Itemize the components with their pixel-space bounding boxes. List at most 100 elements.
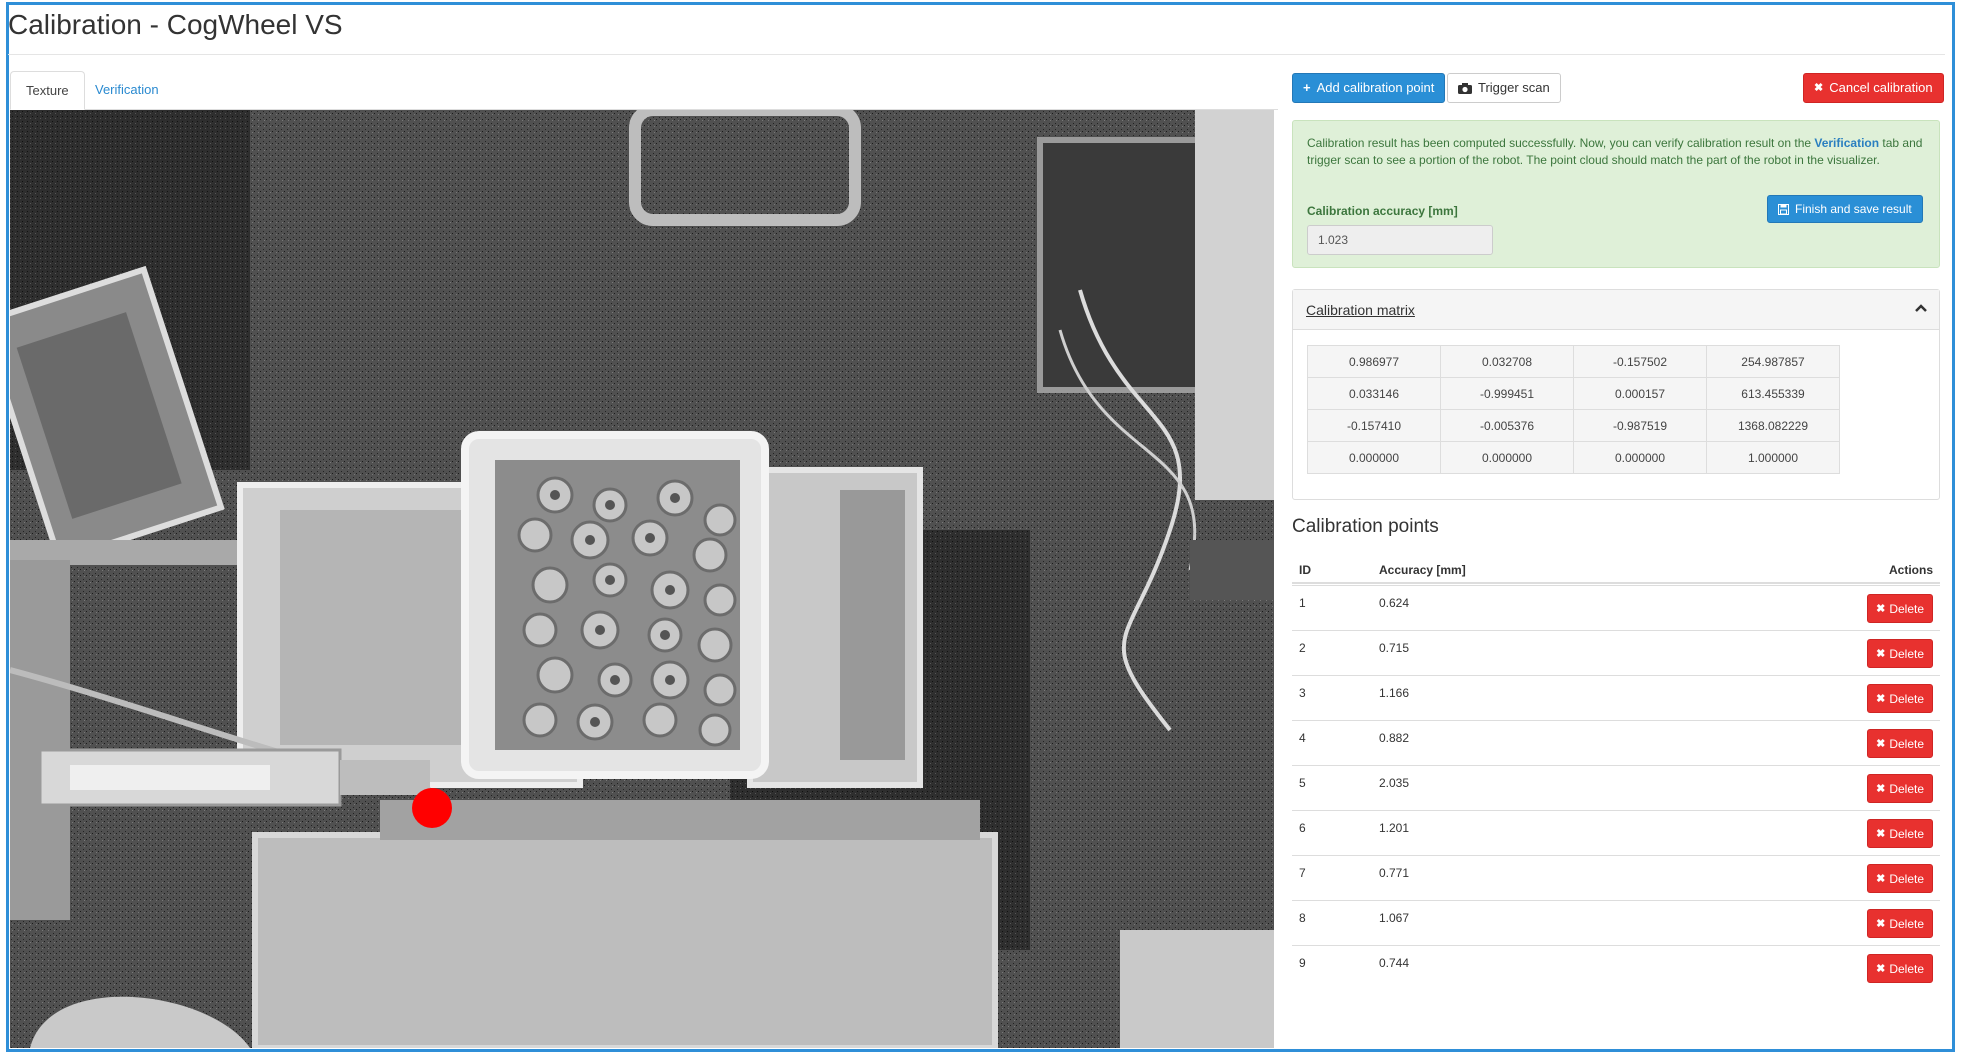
calibration-matrix-table: 0.986977 0.032708 -0.157502 254.987857 0…	[1307, 345, 1840, 474]
table-row: 6 1.201 ✖ Delete	[1292, 810, 1940, 855]
point-accuracy: 2.035	[1379, 776, 1410, 790]
add-calibration-point-label: Add calibration point	[1316, 80, 1435, 95]
matrix-panel-title[interactable]: Calibration matrix	[1306, 302, 1415, 318]
matrix-row: 0.000000 0.000000 0.000000 1.000000	[1307, 441, 1840, 474]
camera-icon	[1458, 83, 1472, 94]
delete-button[interactable]: ✖ Delete	[1867, 594, 1933, 623]
texture-image-view[interactable]	[10, 110, 1274, 1048]
close-icon: ✖	[1876, 603, 1886, 615]
matrix-cell: 0.032708	[1440, 345, 1574, 378]
delete-button[interactable]: ✖ Delete	[1867, 954, 1933, 983]
plus-icon: +	[1303, 80, 1311, 95]
add-calibration-point-button[interactable]: + Add calibration point	[1292, 73, 1446, 103]
delete-button[interactable]: ✖ Delete	[1867, 684, 1933, 713]
trigger-scan-label: Trigger scan	[1478, 80, 1550, 95]
title-divider	[8, 54, 1945, 55]
point-id: 2	[1299, 641, 1306, 655]
point-id: 9	[1299, 956, 1306, 970]
point-id: 5	[1299, 776, 1306, 790]
point-id: 6	[1299, 821, 1306, 835]
delete-button[interactable]: ✖ Delete	[1867, 774, 1933, 803]
calibration-marker	[412, 788, 452, 828]
delete-button[interactable]: ✖ Delete	[1867, 819, 1933, 848]
matrix-cell: 0.000000	[1573, 441, 1707, 474]
delete-button[interactable]: ✖ Delete	[1867, 909, 1933, 938]
calibration-success-alert: Calibration result has been computed suc…	[1292, 120, 1940, 268]
table-row: 2 0.715 ✖ Delete	[1292, 630, 1940, 675]
matrix-cell: 0.000157	[1573, 377, 1707, 410]
close-icon: ✖	[1876, 918, 1886, 930]
point-accuracy: 0.715	[1379, 641, 1410, 655]
matrix-cell: 0.000000	[1440, 441, 1574, 474]
tab-verification[interactable]: Verification	[80, 71, 174, 110]
matrix-cell: 613.455339	[1706, 377, 1840, 410]
verification-link[interactable]: Verification	[1814, 136, 1879, 150]
point-accuracy: 1.201	[1379, 821, 1410, 835]
point-accuracy: 0.744	[1379, 956, 1410, 970]
table-row: 7 0.771 ✖ Delete	[1292, 855, 1940, 900]
delete-label: Delete	[1889, 736, 1924, 751]
table-row: 3 1.166 ✖ Delete	[1292, 675, 1940, 720]
point-id: 1	[1299, 596, 1306, 610]
delete-label: Delete	[1889, 961, 1924, 976]
point-id: 4	[1299, 731, 1306, 745]
matrix-row: 0.986977 0.032708 -0.157502 254.987857	[1307, 345, 1840, 378]
delete-label: Delete	[1889, 781, 1924, 796]
actions-column-header: Actions	[1888, 563, 1933, 577]
point-id: 7	[1299, 866, 1306, 880]
close-icon: ✖	[1876, 783, 1886, 795]
save-icon	[1778, 203, 1789, 215]
matrix-cell: -0.005376	[1440, 409, 1574, 442]
point-accuracy: 0.882	[1379, 731, 1410, 745]
alert-message: Calibration result has been computed suc…	[1307, 136, 1923, 167]
matrix-cell: -0.999451	[1440, 377, 1574, 410]
accuracy-field: 1.023	[1307, 225, 1493, 255]
delete-button[interactable]: ✖ Delete	[1867, 729, 1933, 758]
close-icon: ✖	[1876, 828, 1886, 840]
view-tabs: Texture Verification	[10, 71, 1278, 110]
cancel-calibration-label: Cancel calibration	[1829, 80, 1933, 95]
close-icon: ✖	[1814, 82, 1824, 94]
matrix-cell: -0.987519	[1573, 409, 1707, 442]
matrix-cell: -0.157410	[1307, 409, 1441, 442]
matrix-cell: 0.033146	[1307, 377, 1441, 410]
point-id: 8	[1299, 911, 1306, 925]
table-row: 8 1.067 ✖ Delete	[1292, 900, 1940, 945]
tab-texture[interactable]: Texture	[10, 71, 85, 110]
close-icon: ✖	[1876, 693, 1886, 705]
delete-label: Delete	[1889, 691, 1924, 706]
trigger-scan-button[interactable]: Trigger scan	[1447, 73, 1561, 103]
table-row: 9 0.744 ✖ Delete	[1292, 945, 1940, 990]
cancel-calibration-button[interactable]: ✖ Cancel calibration	[1803, 73, 1944, 103]
close-icon: ✖	[1876, 738, 1886, 750]
matrix-panel-header[interactable]: Calibration matrix	[1293, 290, 1939, 330]
delete-button[interactable]: ✖ Delete	[1867, 639, 1933, 668]
delete-button[interactable]: ✖ Delete	[1867, 864, 1933, 893]
finish-save-button[interactable]: Finish and save result	[1767, 195, 1923, 223]
matrix-cell: 0.000000	[1307, 441, 1441, 474]
matrix-row: 0.033146 -0.999451 0.000157 613.455339	[1307, 377, 1840, 410]
table-row: 4 0.882 ✖ Delete	[1292, 720, 1940, 765]
close-icon: ✖	[1876, 648, 1886, 660]
close-icon: ✖	[1876, 873, 1886, 885]
delete-label: Delete	[1889, 871, 1924, 886]
calibration-matrix-panel: Calibration matrix 0.986977 0.032708 -0.…	[1292, 289, 1940, 500]
calibration-points-title: Calibration points	[1292, 516, 1439, 537]
texture-image	[10, 110, 1274, 1048]
chevron-up-icon[interactable]	[1913, 300, 1929, 316]
point-accuracy: 0.771	[1379, 866, 1410, 880]
matrix-cell: 0.986977	[1307, 345, 1441, 378]
point-accuracy: 0.624	[1379, 596, 1410, 610]
finish-save-label: Finish and save result	[1795, 202, 1912, 216]
points-table-header: ID Accuracy [mm] Actions	[1292, 556, 1940, 584]
matrix-cell: 1.000000	[1706, 441, 1840, 474]
point-accuracy: 1.166	[1379, 686, 1410, 700]
accuracy-label: Calibration accuracy [mm]	[1307, 204, 1458, 218]
close-icon: ✖	[1876, 963, 1886, 975]
delete-label: Delete	[1889, 826, 1924, 841]
table-row: 5 2.035 ✖ Delete	[1292, 765, 1940, 810]
delete-label: Delete	[1889, 646, 1924, 661]
page-title: Calibration - CogWheel VS	[8, 9, 343, 40]
point-accuracy: 1.067	[1379, 911, 1410, 925]
id-column-header: ID	[1299, 563, 1311, 577]
